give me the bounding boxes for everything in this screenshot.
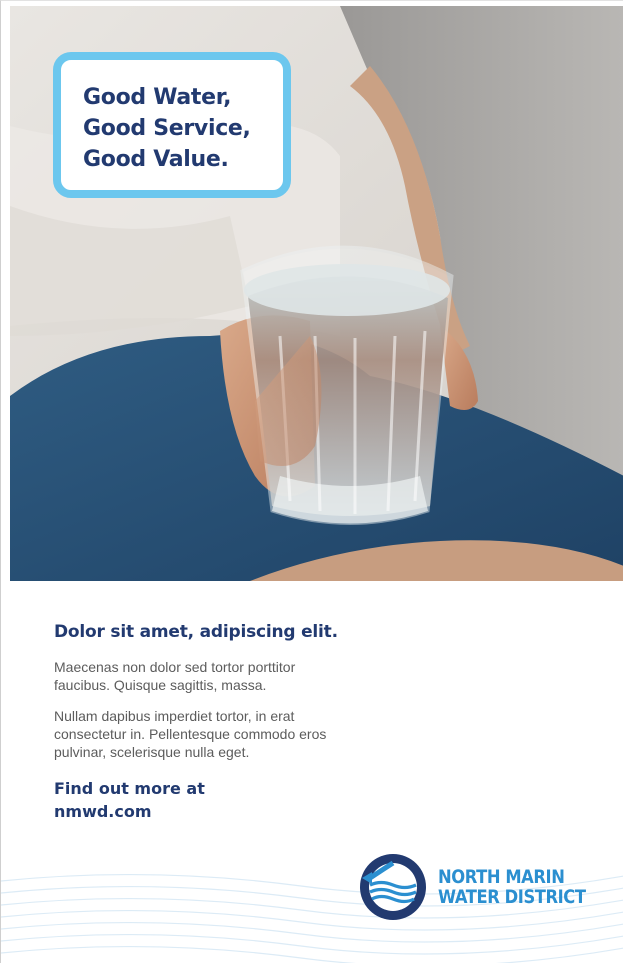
cta-line-1: Find out more at (54, 779, 205, 798)
headline-line-3: Good Value. (83, 147, 229, 172)
paragraph-1: Maecenas non dolor sed tortor porttitor … (54, 659, 296, 693)
subheading: Dolor sit amet, adipiscing elit. (54, 622, 338, 642)
water-waves-circle-logo-icon (360, 854, 426, 920)
headline-line-1: Good Water, (83, 85, 232, 110)
poster-page: Good Water, Good Service, Good Value. Do… (0, 0, 623, 963)
logo-wordmark: NORTH MARIN WATER DISTRICT (438, 867, 586, 907)
headline-line-2: Good Service, (83, 116, 251, 141)
headline-box: Good Water, Good Service, Good Value. (53, 52, 291, 198)
nmwd-logo[interactable]: NORTH MARIN WATER DISTRICT (358, 852, 610, 922)
paragraph-2: Nullam dapibus imperdiet tortor, in erat… (54, 708, 327, 760)
body-content: Dolor sit amet, adipiscing elit. Maecena… (54, 621, 414, 823)
cta-text: Find out more at nmwd.com (54, 777, 414, 823)
logo-line-1: NORTH MARIN (438, 866, 565, 888)
cta-link[interactable]: nmwd.com (54, 800, 414, 823)
logo-line-2: WATER DISTRICT (438, 886, 586, 908)
